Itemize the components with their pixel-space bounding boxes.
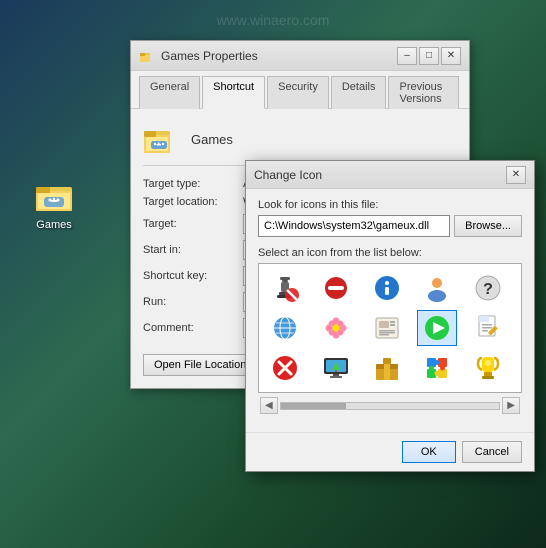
scroll-right-arrow[interactable]: ▶	[502, 397, 520, 414]
icon-info[interactable]	[367, 270, 407, 306]
icon-chess[interactable]	[265, 270, 305, 306]
icons-grid-label: Select an icon from the list below:	[258, 247, 522, 259]
icon-newspaper[interactable]	[367, 310, 407, 346]
app-large-icon	[143, 121, 179, 157]
dialog-title-text: Change Icon	[254, 168, 322, 182]
icons-grid: ?	[259, 264, 521, 392]
tab-previous-versions[interactable]: Previous Versions	[388, 76, 459, 109]
target-label: Target:	[143, 218, 243, 230]
icon-box[interactable]	[367, 350, 407, 386]
tab-shortcut[interactable]: Shortcut	[202, 76, 265, 109]
window-controls: – □ ✕	[397, 47, 461, 65]
icons-grid-container: ?	[258, 263, 522, 393]
tab-security[interactable]: Security	[267, 76, 329, 109]
app-name-text: Games	[191, 132, 233, 147]
icon-puzzle[interactable]	[417, 350, 457, 386]
open-file-location-button[interactable]: Open File Location	[143, 354, 257, 376]
maximize-button[interactable]: □	[419, 47, 439, 65]
icon-question[interactable]: ?	[468, 270, 508, 306]
cancel-button[interactable]: Cancel	[462, 441, 522, 463]
watermark-text: www.winaero.com	[217, 12, 330, 28]
icon-x-red[interactable]	[265, 350, 305, 386]
comment-label: Comment:	[143, 322, 243, 334]
dialog-footer: OK Cancel	[246, 432, 534, 471]
tabs-bar: General Shortcut Security Details Previo…	[131, 71, 469, 109]
tab-details[interactable]: Details	[331, 76, 387, 109]
desktop-icon-label: Games	[36, 219, 71, 231]
icon-no-entry[interactable]	[316, 270, 356, 306]
browse-button[interactable]: Browse...	[454, 215, 522, 237]
minimize-button[interactable]: –	[397, 47, 417, 65]
file-path-input[interactable]	[258, 215, 450, 237]
target-location-label: Target location:	[143, 196, 243, 208]
titlebar-left: Games Properties	[139, 48, 258, 64]
start-in-label: Start in:	[143, 244, 243, 256]
target-type-label: Target type:	[143, 178, 243, 190]
properties-title-icon	[139, 48, 155, 64]
icon-document[interactable]	[468, 310, 508, 346]
file-input-row: Browse...	[258, 215, 522, 237]
close-button[interactable]: ✕	[441, 47, 461, 65]
icon-flowers[interactable]	[316, 310, 356, 346]
dialog-close-button[interactable]: ✕	[506, 166, 526, 184]
icon-globe[interactable]	[265, 310, 305, 346]
games-folder-icon	[34, 175, 74, 215]
svg-text:?: ?	[483, 281, 493, 298]
change-icon-dialog: Change Icon ✕ Look for icons in this fil…	[245, 160, 535, 472]
desktop-icon-games[interactable]: Games	[22, 175, 86, 231]
icon-trophy[interactable]	[468, 350, 508, 386]
file-label: Look for icons in this file:	[258, 199, 522, 211]
scroll-thumb	[281, 403, 347, 409]
scroll-track[interactable]	[280, 402, 501, 410]
tab-general[interactable]: General	[139, 76, 200, 109]
scroll-left-arrow[interactable]: ◀	[260, 397, 278, 414]
icon-play[interactable]	[417, 310, 457, 346]
icon-screen[interactable]	[316, 350, 356, 386]
scroll-row: ◀ ▶	[258, 397, 522, 414]
dialog-titlebar: Change Icon ✕	[246, 161, 534, 189]
run-label: Run:	[143, 296, 243, 308]
dialog-content: Look for icons in this file: Browse... S…	[246, 189, 534, 432]
properties-titlebar: Games Properties – □ ✕	[131, 41, 469, 71]
shortcut-key-label: Shortcut key:	[143, 270, 243, 282]
properties-title-text: Games Properties	[161, 49, 258, 63]
ok-button[interactable]: OK	[402, 441, 456, 463]
icon-user[interactable]	[417, 270, 457, 306]
